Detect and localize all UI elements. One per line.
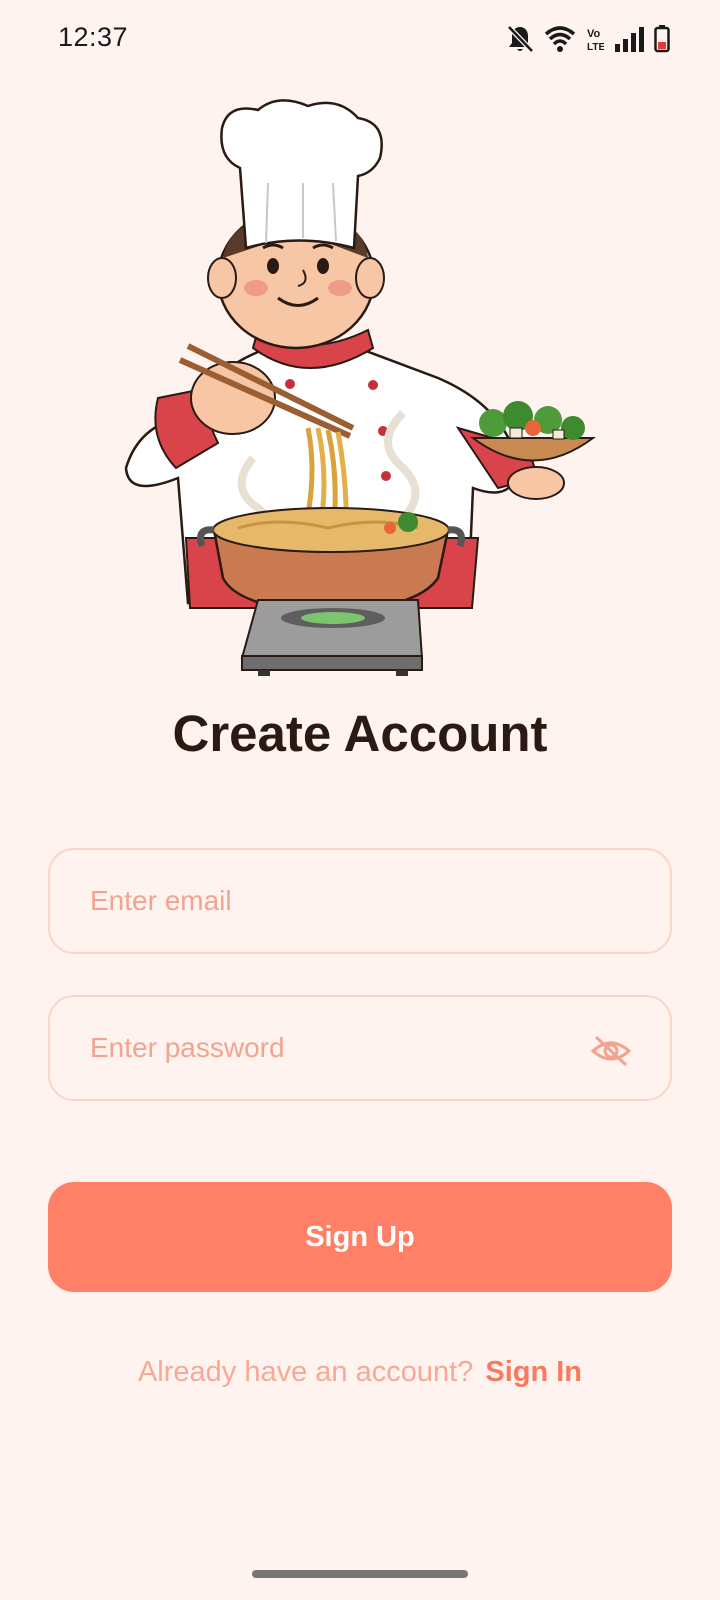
status-time: 12:37 xyxy=(58,22,129,52)
signup-screen: 12:37 Vo LTE Create Account Enter email … xyxy=(0,0,720,1600)
volte-icon: Vo LTE xyxy=(586,25,604,53)
svg-text:LTE: LTE xyxy=(587,42,604,53)
wifi-icon xyxy=(544,25,576,53)
status-bar: 12:37 Vo LTE xyxy=(0,0,720,80)
chef-cooking-noodles-illustration xyxy=(118,98,610,692)
signal-icon xyxy=(614,26,644,52)
home-indicator[interactable] xyxy=(252,1570,468,1578)
email-input[interactable] xyxy=(90,850,570,952)
battery-low-icon xyxy=(654,25,670,53)
page-title: Create Account xyxy=(172,705,548,762)
signin-prompt-row: Already have an account? Sign In xyxy=(0,1356,720,1389)
signin-prompt-text: Already have an account? xyxy=(137,1356,474,1388)
svg-text:Vo: Vo xyxy=(587,28,601,40)
notifications-off-icon xyxy=(506,24,534,54)
email-field[interactable] xyxy=(48,848,672,954)
eye-off-icon[interactable] xyxy=(590,1033,632,1069)
signin-link[interactable]: Sign In xyxy=(485,1356,582,1388)
signup-button[interactable]: Sign Up xyxy=(48,1182,672,1292)
status-icons: Vo LTE xyxy=(506,24,670,54)
password-field[interactable] xyxy=(48,995,672,1101)
password-input[interactable] xyxy=(90,997,570,1099)
